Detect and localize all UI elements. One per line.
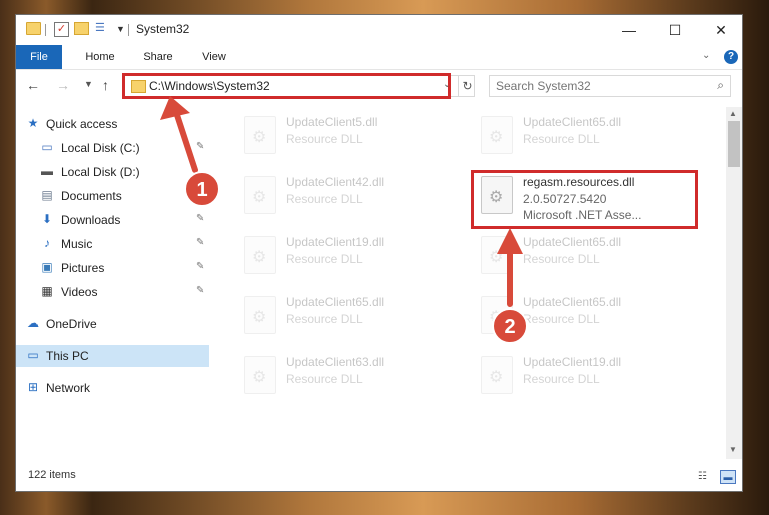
arrow-step-2: [497, 228, 523, 307]
badge-number: 1: [196, 179, 207, 201]
badge-number: 2: [504, 316, 515, 338]
arrow-step-1: [160, 96, 198, 173]
annotation-overlay: 1 2: [160, 96, 528, 344]
badge-step-1: 1: [184, 171, 220, 207]
badge-step-2: 2: [492, 308, 528, 344]
